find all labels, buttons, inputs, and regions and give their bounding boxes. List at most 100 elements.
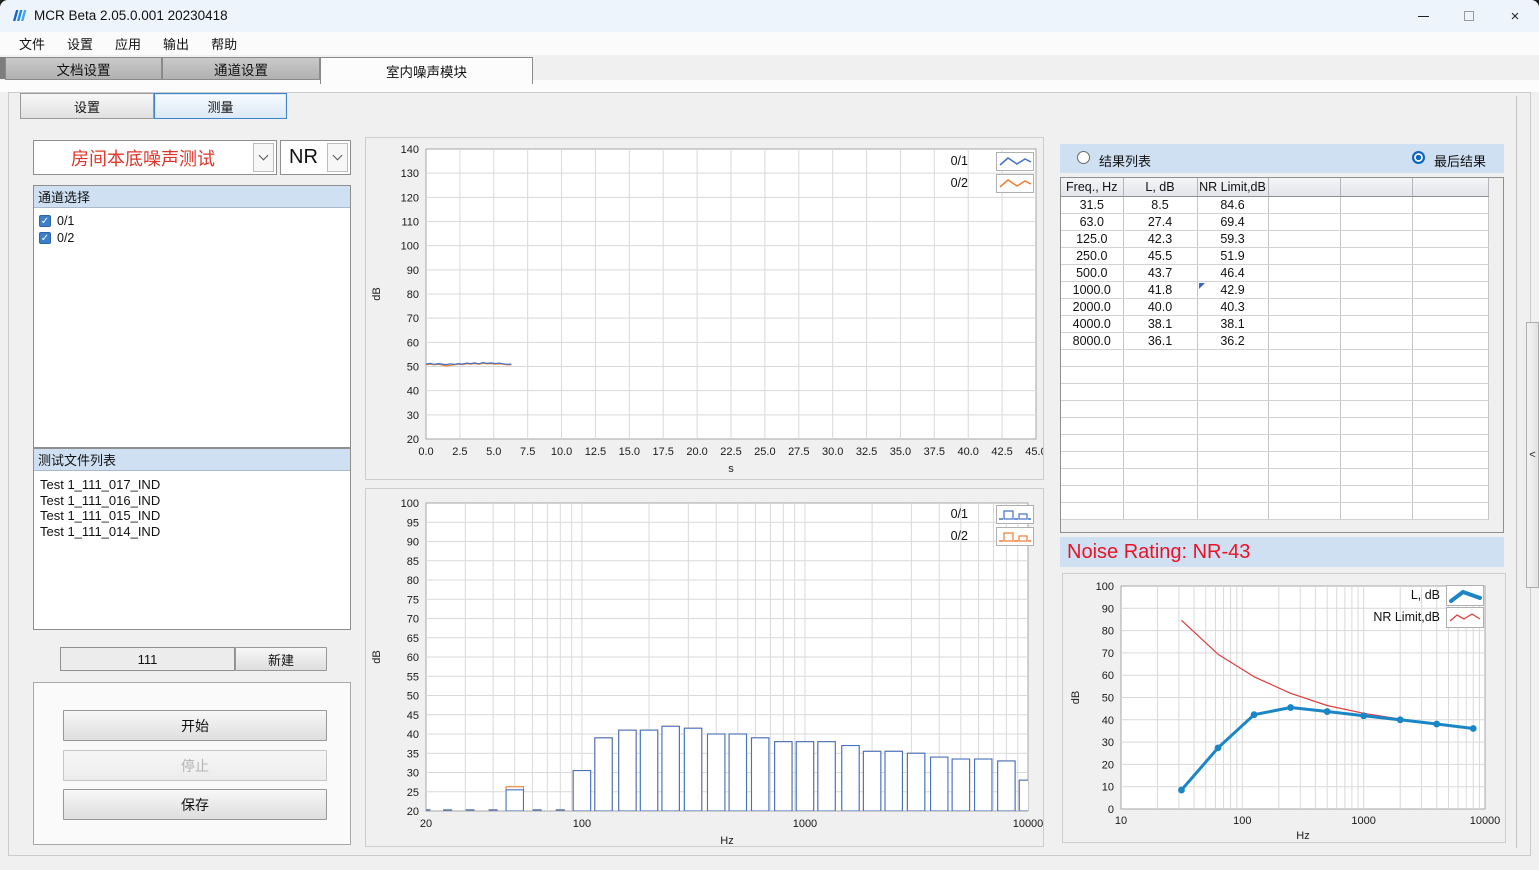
table-row[interactable] [1061, 349, 1488, 366]
subtab-settings[interactable]: 设置 [20, 93, 154, 119]
table-cell[interactable] [1412, 468, 1488, 485]
table-cell[interactable]: 41.8 [1123, 281, 1197, 298]
table-row[interactable] [1061, 400, 1488, 417]
close-button[interactable]: × [1492, 0, 1538, 32]
table-row[interactable] [1061, 451, 1488, 468]
table-cell[interactable] [1340, 315, 1412, 332]
table-row[interactable]: 63.027.469.4 [1061, 213, 1488, 230]
tab-document-settings[interactable]: 文档设置 [5, 57, 162, 80]
table-cell[interactable] [1123, 502, 1197, 519]
table-cell[interactable] [1340, 264, 1412, 281]
table-row[interactable]: 250.045.551.9 [1061, 247, 1488, 264]
table-cell[interactable] [1340, 468, 1412, 485]
table-cell[interactable] [1197, 434, 1268, 451]
table-cell[interactable] [1123, 366, 1197, 383]
table-cell[interactable] [1268, 400, 1340, 417]
table-cell[interactable] [1061, 434, 1123, 451]
legend-item[interactable]: L, dB [1352, 584, 1484, 606]
table-cell[interactable]: 8000.0 [1061, 332, 1123, 349]
table-cell[interactable] [1268, 349, 1340, 366]
tab-channel-settings[interactable]: 通道设置 [162, 57, 320, 80]
table-cell[interactable] [1412, 332, 1488, 349]
table-cell[interactable]: 40.3 [1197, 298, 1268, 315]
legend-item[interactable]: NR Limit,dB [1352, 606, 1484, 628]
table-cell[interactable] [1123, 468, 1197, 485]
table-cell[interactable]: 69.4 [1197, 213, 1268, 230]
table-cell[interactable] [1412, 451, 1488, 468]
table-cell[interactable] [1412, 247, 1488, 264]
table-cell[interactable] [1061, 502, 1123, 519]
table-cell[interactable] [1123, 349, 1197, 366]
table-cell[interactable] [1412, 485, 1488, 502]
table-cell[interactable]: 42.9 [1197, 281, 1268, 298]
column-header[interactable] [1340, 178, 1412, 196]
table-cell[interactable] [1340, 366, 1412, 383]
maximize-button[interactable] [1446, 0, 1492, 32]
tab-indoor-noise-module[interactable]: 室内噪声模块 [320, 57, 533, 84]
table-cell[interactable]: 59.3 [1197, 230, 1268, 247]
table-cell[interactable]: 51.9 [1197, 247, 1268, 264]
table-cell[interactable]: 500.0 [1061, 264, 1123, 281]
table-row[interactable]: 500.043.746.4 [1061, 264, 1488, 281]
table-cell[interactable] [1197, 400, 1268, 417]
menu-help[interactable]: 帮助 [200, 32, 248, 55]
table-cell[interactable] [1123, 451, 1197, 468]
table-cell[interactable]: 4000.0 [1061, 315, 1123, 332]
table-cell[interactable] [1123, 400, 1197, 417]
table-cell[interactable] [1061, 417, 1123, 434]
table-cell[interactable] [1268, 281, 1340, 298]
table-row[interactable] [1061, 485, 1488, 502]
table-cell[interactable] [1268, 434, 1340, 451]
file-item[interactable]: Test 1_111_016_IND [34, 492, 350, 508]
column-header[interactable] [1412, 178, 1488, 196]
last-result-radio-label[interactable]: 最后结果 [1434, 151, 1486, 170]
table-cell[interactable] [1123, 434, 1197, 451]
table-cell[interactable]: 63.0 [1061, 213, 1123, 230]
channel-row[interactable]: ✓ 0/2 [34, 228, 350, 245]
table-row[interactable]: 8000.036.136.2 [1061, 332, 1488, 349]
table-cell[interactable] [1412, 434, 1488, 451]
column-header[interactable]: Freq., Hz [1061, 178, 1123, 196]
table-cell[interactable] [1061, 349, 1123, 366]
table-cell[interactable] [1412, 281, 1488, 298]
file-item[interactable]: Test 1_111_015_IND [34, 507, 350, 523]
table-cell[interactable] [1197, 502, 1268, 519]
file-item[interactable]: Test 1_111_017_IND [34, 476, 350, 492]
table-cell[interactable] [1412, 400, 1488, 417]
table-cell[interactable] [1412, 264, 1488, 281]
new-button[interactable]: 新建 [235, 647, 327, 671]
legend-item[interactable]: 0/1 [920, 503, 1034, 525]
last-result-radio[interactable] [1412, 151, 1425, 164]
table-cell[interactable]: 250.0 [1061, 247, 1123, 264]
table-cell[interactable] [1268, 298, 1340, 315]
table-row[interactable]: 1000.041.842.9 [1061, 281, 1488, 298]
legend-item[interactable]: 0/2 [920, 172, 1034, 194]
table-cell[interactable] [1412, 213, 1488, 230]
table-row[interactable]: 125.042.359.3 [1061, 230, 1488, 247]
channel-list[interactable]: ✓ 0/1 ✓ 0/2 [34, 208, 350, 245]
table-cell[interactable] [1340, 383, 1412, 400]
table-row[interactable] [1061, 417, 1488, 434]
table-cell[interactable] [1197, 485, 1268, 502]
save-button[interactable]: 保存 [63, 789, 327, 820]
table-cell[interactable] [1340, 298, 1412, 315]
checkbox-checked-icon[interactable]: ✓ [39, 215, 51, 227]
menu-output[interactable]: 输出 [152, 32, 200, 55]
minimize-button[interactable] [1400, 0, 1446, 32]
table-cell[interactable]: 31.5 [1061, 196, 1123, 213]
table-row[interactable] [1061, 502, 1488, 519]
table-cell[interactable] [1197, 417, 1268, 434]
table-row[interactable] [1061, 468, 1488, 485]
column-header[interactable]: NR Limit,dB [1197, 178, 1268, 196]
table-row[interactable]: 2000.040.040.3 [1061, 298, 1488, 315]
table-cell[interactable] [1268, 315, 1340, 332]
table-cell[interactable]: 45.5 [1123, 247, 1197, 264]
menu-file[interactable]: 文件 [8, 32, 56, 55]
table-row[interactable] [1061, 366, 1488, 383]
rating-dropdown-button[interactable] [327, 143, 348, 172]
table-cell[interactable]: 8.5 [1123, 196, 1197, 213]
table-cell[interactable] [1061, 366, 1123, 383]
test-type-dropdown-button[interactable] [253, 143, 274, 172]
table-cell[interactable]: 38.1 [1197, 315, 1268, 332]
table-cell[interactable] [1268, 366, 1340, 383]
